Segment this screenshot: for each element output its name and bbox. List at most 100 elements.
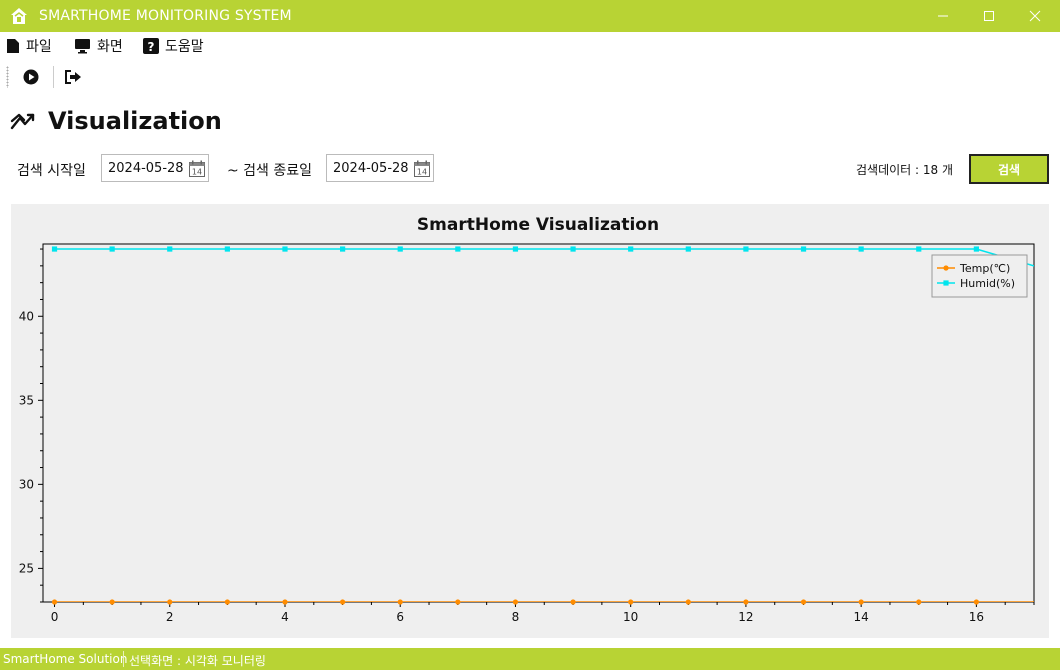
y-tick-label: 35: [19, 393, 34, 407]
close-icon: [1029, 10, 1041, 22]
x-tick-label: 10: [623, 610, 638, 624]
exit-button[interactable]: [62, 66, 84, 88]
svg-text:14: 14: [192, 168, 202, 177]
humid-point: [282, 246, 288, 252]
humid-point: [685, 246, 691, 252]
play-circle-icon: [23, 69, 39, 85]
menu-screen-label: 화면: [97, 39, 123, 55]
humid-point: [800, 246, 807, 252]
start-date-value: 2024-05-28: [108, 161, 184, 176]
legend-marker: [943, 280, 949, 286]
status-app: SmartHome Solution: [3, 652, 128, 666]
x-tick-label: 8: [512, 610, 520, 624]
y-tick-label: 30: [19, 477, 34, 491]
temp-point: [858, 599, 864, 605]
x-tick-label: 0: [51, 610, 59, 624]
calendar-icon[interactable]: 14: [189, 160, 205, 177]
menu-screen[interactable]: 화면: [74, 36, 123, 56]
svg-text:14: 14: [417, 168, 427, 177]
chart-legend: Temp(℃) Humid(%): [931, 254, 1028, 298]
chart: SmartHome Visualization 0 2 4 6 8 10 12 14 16 25 3…: [19, 215, 1035, 624]
monitor-icon: [74, 38, 91, 54]
y-tick-label: 25: [19, 561, 34, 575]
humid-point: [397, 246, 403, 252]
temp-point: [397, 599, 403, 605]
page-title: Visualization: [48, 107, 222, 135]
menu-help[interactable]: ? 도움말: [143, 36, 204, 56]
legend-label: Temp(℃): [959, 262, 1010, 275]
humid-point: [340, 246, 346, 252]
temp-point: [685, 599, 691, 605]
temp-point: [743, 599, 749, 605]
temp-point: [512, 599, 519, 605]
status-screen: 선택화면 : 시각화 모니터링: [129, 654, 266, 668]
x-tick-label: 12: [738, 610, 753, 624]
plot-area: [42, 243, 1035, 603]
page-heading: Visualization: [10, 104, 222, 138]
menu-file[interactable]: 파일: [6, 36, 52, 56]
minimize-button[interactable]: [920, 0, 966, 32]
end-date-picker[interactable]: 2024-05-28 14: [326, 154, 434, 182]
minimize-icon: [938, 15, 948, 17]
end-date-label: ~ 검색 종료일: [227, 163, 313, 179]
result-count: 검색데이터 : 18 개: [856, 163, 953, 177]
temp-point: [973, 599, 979, 605]
x-tick-label: 14: [854, 610, 869, 624]
end-date-value: 2024-05-28: [333, 161, 409, 176]
status-bar: SmartHome Solution 선택화면 : 시각화 모니터링: [0, 648, 1060, 670]
temp-point: [916, 599, 922, 605]
title-bar: SMARTHOME MONITORING SYSTEM: [0, 0, 1060, 32]
x-tick-label: 16: [969, 610, 984, 624]
humid-point: [916, 246, 922, 252]
svg-text:?: ?: [148, 40, 155, 54]
legend-label: Humid(%): [960, 277, 1015, 290]
toolbar-separator: [53, 66, 54, 88]
start-date-label: 검색 시작일: [17, 163, 86, 179]
toolbar-grip[interactable]: [6, 66, 9, 88]
legend-marker: [943, 265, 949, 271]
close-button[interactable]: [1012, 0, 1058, 32]
humid-point: [743, 246, 749, 252]
temp-point: [340, 599, 346, 605]
help-icon: ?: [143, 38, 159, 54]
trend-icon: [10, 113, 35, 130]
search-button[interactable]: 검색: [969, 154, 1049, 184]
humid-point: [224, 246, 230, 252]
menu-help-label: 도움말: [165, 39, 204, 55]
humid-point: [858, 246, 864, 252]
temp-point: [800, 599, 807, 605]
temp-point: [224, 599, 230, 605]
humid-point: [167, 246, 173, 252]
humid-point: [455, 246, 461, 252]
toolbar: [0, 62, 200, 90]
maximize-icon: [984, 11, 994, 21]
start-monitoring-button[interactable]: [20, 66, 42, 88]
start-date-picker[interactable]: 2024-05-28 14: [101, 154, 209, 182]
status-separator: [123, 651, 124, 667]
temp-point: [167, 599, 173, 605]
menu-bar: 파일 화면 ? 도움말: [0, 32, 1060, 58]
chart-title: SmartHome Visualization: [417, 215, 659, 235]
series-line-humid: [54, 248, 1034, 267]
humid-point: [51, 246, 58, 252]
x-tick-label: 6: [396, 610, 404, 624]
humid-point: [973, 246, 979, 252]
temp-point: [51, 599, 58, 605]
menu-file-label: 파일: [26, 39, 52, 55]
calendar-icon[interactable]: 14: [414, 160, 430, 177]
temp-point: [628, 599, 634, 605]
chart-panel: SmartHome Visualization 0 2 4 6 8 10 12 14 16 25 3…: [11, 204, 1049, 638]
humid-point: [512, 246, 519, 252]
exit-icon: [65, 70, 81, 84]
x-tick-label: 4: [281, 610, 289, 624]
humid-point: [109, 246, 115, 252]
window-title: SMARTHOME MONITORING SYSTEM: [39, 8, 292, 24]
maximize-button[interactable]: [966, 0, 1012, 32]
x-tick-label: 2: [166, 610, 174, 624]
y-tick-label: 40: [19, 309, 34, 323]
temp-point: [570, 599, 576, 605]
temp-point: [455, 599, 461, 605]
temp-point: [109, 599, 115, 605]
temp-point: [282, 599, 288, 605]
humid-point: [628, 246, 634, 252]
